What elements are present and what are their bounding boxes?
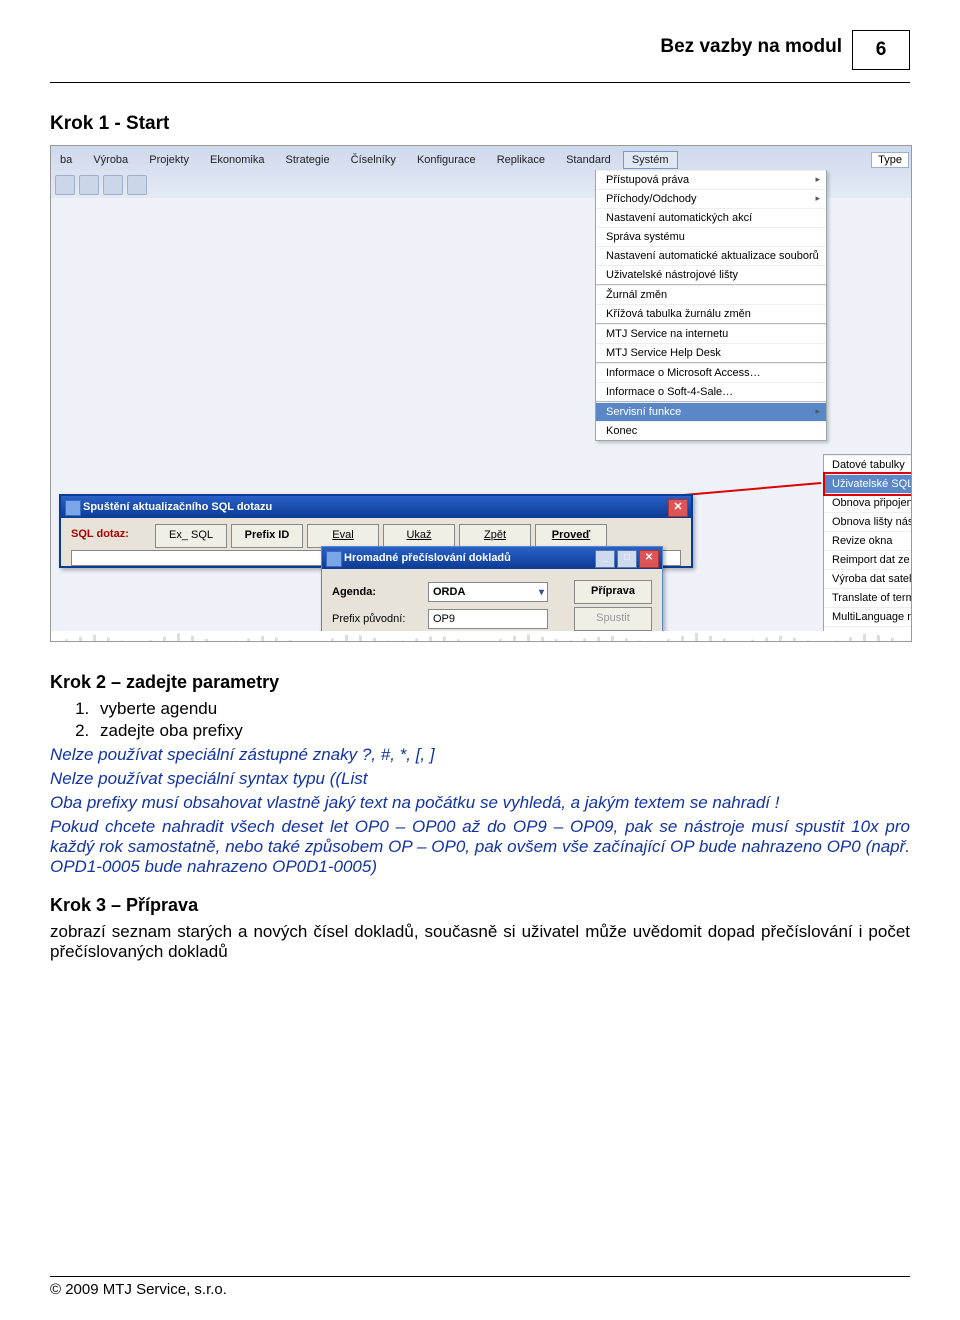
sql-btn-eval[interactable]: Eval xyxy=(307,524,379,548)
menu-item[interactable]: Strategie xyxy=(277,151,339,169)
torn-edge xyxy=(51,631,911,642)
note-text: Nelze používat speciální zástupné znaky … xyxy=(50,745,910,765)
section-1-title: Krok 1 - Start xyxy=(50,113,910,135)
sql-btn-prefixid[interactable]: Prefix ID xyxy=(231,524,303,548)
menu-item[interactable]: Projekty xyxy=(140,151,198,169)
menu-item[interactable]: Konec xyxy=(596,421,826,440)
menu-item[interactable]: Uživatelské nástrojové lišty xyxy=(596,265,826,284)
step-item: zadejte oba prefixy xyxy=(94,721,910,741)
maximize-icon[interactable]: □ xyxy=(617,550,637,568)
close-icon[interactable]: ✕ xyxy=(668,499,688,517)
menu-item[interactable]: Výroba xyxy=(84,151,137,169)
section-2-title: Krok 2 – zadejte parametry xyxy=(50,672,910,693)
sql-btn-ukaz[interactable]: Ukaž xyxy=(383,524,455,548)
hr-window-title: Hromadné přečíslování dokladů xyxy=(344,552,511,564)
annotation-box xyxy=(823,472,912,496)
menu-item[interactable]: MTJ Service Help Desk xyxy=(596,343,826,362)
note-text: Pokud chcete nahradit všech deset let OP… xyxy=(50,817,910,877)
submenu-item[interactable]: Výroba dat satelitu xyxy=(824,569,912,588)
menu-item[interactable]: Standard xyxy=(557,151,620,169)
footer: © 2009 MTJ Service, s.r.o. xyxy=(50,1276,910,1298)
menu-item[interactable]: Servisní funkce xyxy=(596,402,826,421)
minimize-icon[interactable]: _ xyxy=(595,550,615,568)
hromadne-window: Hromadné přečíslování dokladů _ □ ✕ Agen… xyxy=(321,546,663,642)
app-menubar: ba Výroba Projekty Ekonomika Strategie Č… xyxy=(51,151,911,171)
footer-text: © 2009 MTJ Service, s.r.o. xyxy=(50,1281,227,1298)
menu-item[interactable]: Křížová tabulka žurnálu změn xyxy=(596,304,826,323)
menu-item[interactable]: MTJ Service na internetu xyxy=(596,324,826,343)
toolbar-icon[interactable] xyxy=(103,175,123,195)
note-text: Oba prefixy musí obsahovat vlastně jaký … xyxy=(50,793,910,813)
menu-item[interactable]: Nastavení automatických akcí xyxy=(596,208,826,227)
spustit-button[interactable]: Spustit xyxy=(574,607,652,631)
menu-item[interactable]: Příchody/Odchody xyxy=(596,189,826,208)
step-item: vyberte agendu xyxy=(94,699,910,719)
sql-btn-zpet[interactable]: Zpět xyxy=(459,524,531,548)
menu-item[interactable]: ba xyxy=(51,151,81,169)
menu-item[interactable]: Nastavení automatické aktualizace soubor… xyxy=(596,246,826,265)
toolbar-icon[interactable] xyxy=(79,175,99,195)
menu-item[interactable]: Replikace xyxy=(488,151,554,169)
section-3-title: Krok 3 – Příprava xyxy=(50,895,910,916)
menu-item-system[interactable]: Systém xyxy=(623,151,678,169)
sql-btn-proved[interactable]: Proveď xyxy=(535,524,607,548)
sql-label: SQL dotaz: xyxy=(71,528,129,540)
submenu-item[interactable]: MultiLanguage mod xyxy=(824,607,912,626)
prefix-puvodni-input[interactable]: OP9 xyxy=(428,609,548,629)
sql-btn-ex[interactable]: Ex_ SQL xyxy=(155,524,227,548)
body-text: zobrazí seznam starých a nových čísel do… xyxy=(50,922,910,962)
page-number: 6 xyxy=(852,30,910,70)
menu-item[interactable]: Informace o Microsoft Access… xyxy=(596,363,826,382)
window-icon xyxy=(65,500,81,516)
menu-item[interactable]: Konfigurace xyxy=(408,151,485,169)
submenu-item[interactable]: Reimport dat ze stare verze xyxy=(824,550,912,569)
header-title: Bez vazby na modul xyxy=(660,36,842,58)
menu-item[interactable]: Správa systému xyxy=(596,227,826,246)
agenda-combo[interactable]: ORDA xyxy=(428,582,548,602)
note-text: Nelze používat speciální syntax typu ((L… xyxy=(50,769,910,789)
screenshot: ba Výroba Projekty Ekonomika Strategie Č… xyxy=(50,145,912,642)
toolbar-icon[interactable] xyxy=(127,175,147,195)
field-label: Agenda: xyxy=(332,586,422,598)
toolbar xyxy=(55,174,147,196)
field-label: Prefix původní: xyxy=(332,613,422,625)
close-icon[interactable]: ✕ xyxy=(639,550,659,568)
system-dropdown: Přístupová právaPříchody/OdchodyNastaven… xyxy=(595,170,827,441)
menu-item[interactable]: Informace o Soft-4-Sale… xyxy=(596,382,826,401)
menu-item[interactable]: Přístupová práva xyxy=(596,170,826,189)
menu-item[interactable]: Číselníky xyxy=(342,151,405,169)
submenu-item[interactable]: Translate of term xyxy=(824,588,912,607)
toolbar-icon[interactable] xyxy=(55,175,75,195)
submenu-item[interactable]: Revize okna xyxy=(824,531,912,550)
sql-window-title: Spuštění aktualizačního SQL dotazu xyxy=(83,501,272,513)
menu-item[interactable]: Ekonomika xyxy=(201,151,273,169)
type-field[interactable]: Type xyxy=(871,152,909,168)
priprava-button[interactable]: Příprava xyxy=(574,580,652,604)
submenu-item[interactable]: Obnova lišty nástrojů ! xyxy=(824,512,912,531)
window-icon xyxy=(326,551,342,567)
menu-item[interactable]: Žurnál změn xyxy=(596,285,826,304)
